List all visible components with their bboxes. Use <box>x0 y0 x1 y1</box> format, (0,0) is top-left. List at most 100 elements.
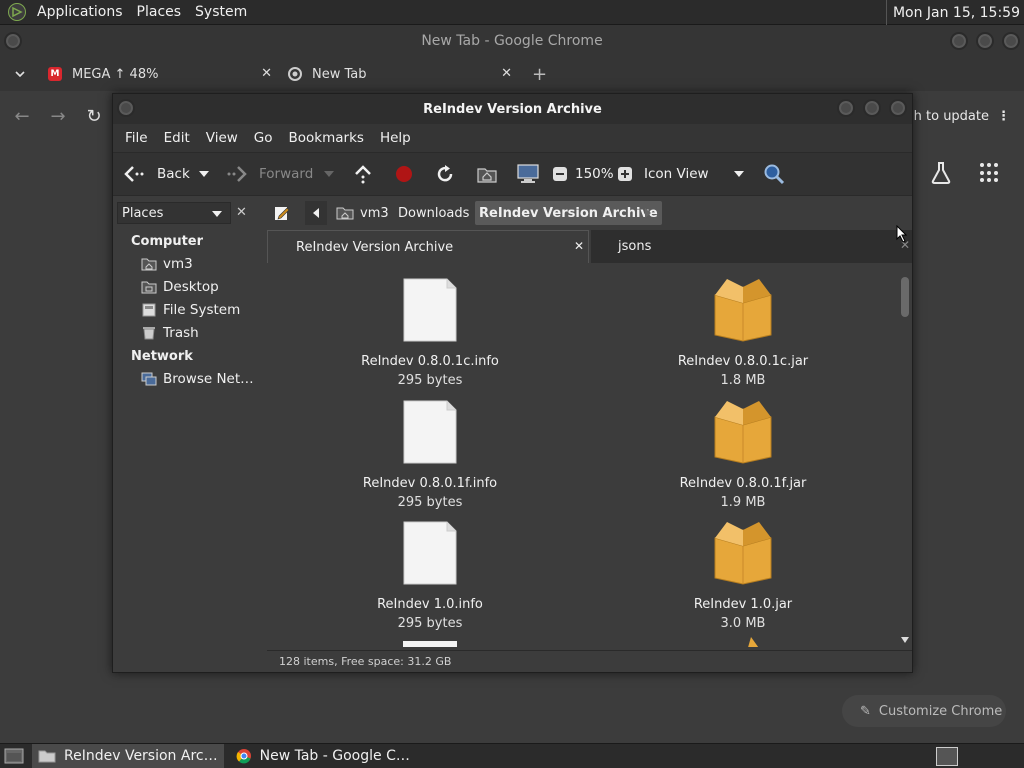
back-history-dropdown[interactable] <box>199 171 209 177</box>
tab-mega[interactable]: M MEGA ↑ 48% ✕ <box>40 57 280 91</box>
back-arrow-icon[interactable]: ← <box>4 106 40 127</box>
places-menu[interactable]: Places <box>130 4 189 20</box>
breadcrumb-downloads[interactable]: Downloads <box>394 201 473 225</box>
maximize-button[interactable] <box>976 32 994 50</box>
tab-search-button[interactable] <box>0 71 40 77</box>
status-bar: 128 items, Free space: 31.2 GB <box>267 650 912 672</box>
clock[interactable]: Mon Jan 15, 15:59 <box>885 0 1020 25</box>
search-icon[interactable] <box>763 163 785 185</box>
trash-icon <box>143 327 155 340</box>
menu-help[interactable]: Help <box>372 130 419 146</box>
minimize-button[interactable] <box>837 99 855 117</box>
zoom-out-icon[interactable] <box>552 166 568 182</box>
jar-package-icon <box>714 522 772 585</box>
sidebar-places-select[interactable]: Places <box>117 202 231 224</box>
close-icon[interactable]: ✕ <box>574 239 584 253</box>
workspace-switcher[interactable] <box>936 747 958 766</box>
reload-icon[interactable]: ↻ <box>76 106 112 127</box>
applications-menu[interactable]: Applications <box>30 4 130 20</box>
sidebar-item-trash[interactable]: Trash <box>141 325 199 341</box>
view-mode-select[interactable]: Icon View <box>644 166 709 182</box>
home-folder-icon <box>336 207 354 220</box>
zoom-level[interactable]: 150% <box>575 166 614 182</box>
system-menu[interactable]: System <box>188 4 254 20</box>
forward-arrow-icon[interactable]: → <box>40 106 76 127</box>
scrollbar-thumb[interactable] <box>901 277 909 317</box>
sidebar-item-vm3[interactable]: vm3 <box>141 256 193 272</box>
file-size: 295 bytes <box>397 616 463 631</box>
menu-file[interactable]: File <box>117 130 156 146</box>
menu-bookmarks[interactable]: Bookmarks <box>281 130 372 146</box>
jar-package-icon[interactable] <box>737 637 767 647</box>
menu-go[interactable]: Go <box>246 130 281 146</box>
close-icon[interactable]: ✕ <box>261 66 272 81</box>
close-icon[interactable]: ✕ <box>501 66 512 81</box>
mate-logo-icon[interactable] <box>8 3 26 21</box>
sidebar-item-label: vm3 <box>163 256 193 272</box>
file-name: ReIndev 1.0.jar <box>693 597 793 612</box>
breadcrumb-current[interactable]: ReIndev Version Archive <box>475 201 662 225</box>
edit-location-icon[interactable] <box>274 205 290 221</box>
network-icon <box>141 372 157 386</box>
scroll-down-arrow-icon[interactable] <box>901 637 909 643</box>
file-item[interactable]: ReIndev 0.8.0.1f.jar 1.9 MB <box>658 397 828 512</box>
google-apps-icon[interactable] <box>980 163 1000 183</box>
tab-new-tab[interactable]: New Tab ✕ <box>280 57 520 91</box>
close-button[interactable] <box>889 99 907 117</box>
view-mode-dropdown[interactable] <box>734 171 744 177</box>
file-item[interactable]: ReIndev 1.0.jar 3.0 MB <box>658 518 828 633</box>
chevron-right-icon[interactable] <box>645 208 651 218</box>
menu-edit[interactable]: Edit <box>156 130 198 146</box>
file-item[interactable]: ReIndev 0.8.0.1c.jar 1.8 MB <box>658 275 828 390</box>
file-size: 295 bytes <box>397 495 463 510</box>
breadcrumb-vm3[interactable]: vm3 <box>332 201 393 225</box>
back-arrow-icon <box>124 166 144 182</box>
new-tab-button[interactable]: + <box>532 64 547 85</box>
file-manager-title: ReIndev Version Archive <box>423 101 602 117</box>
sidebar-item-browse-network[interactable]: Browse Net… <box>141 371 254 387</box>
file-item[interactable]: ReIndev 0.8.0.1f.info 295 bytes <box>345 400 515 512</box>
sidebar-item-file-system[interactable]: File System <box>141 302 240 318</box>
maximize-button[interactable] <box>863 99 881 117</box>
tab-reindev-version-archive[interactable]: ReIndev Version Archive ✕ <box>267 230 589 263</box>
menu-view[interactable]: View <box>198 130 246 146</box>
window-menu-button[interactable] <box>117 99 135 117</box>
breadcrumb-scroll-left[interactable] <box>305 201 327 225</box>
home-folder-icon[interactable] <box>476 164 498 184</box>
labs-flask-icon[interactable] <box>930 161 952 189</box>
sidebar-heading-computer: Computer <box>131 234 204 249</box>
computer-icon[interactable] <box>516 163 540 185</box>
pencil-icon: ✎ <box>860 703 871 719</box>
customize-chrome-button[interactable]: ✎ Customize Chrome <box>842 695 1006 727</box>
home-folder-icon <box>141 258 157 271</box>
file-item[interactable]: ReIndev 1.0.info 295 bytes <box>345 521 515 633</box>
chrome-titlebar[interactable]: New Tab - Google Chrome <box>0 25 1024 57</box>
bottom-panel: ReIndev Version Arc… New Tab - Google C… <box>0 743 1024 768</box>
minimize-button[interactable] <box>950 32 968 50</box>
close-button[interactable] <box>1002 32 1020 50</box>
stop-icon[interactable] <box>394 164 414 184</box>
sidebar-item-label: Desktop <box>163 279 219 295</box>
forward-button[interactable]: Forward <box>226 164 313 184</box>
show-desktop-icon[interactable] <box>4 748 24 764</box>
file-manager-titlebar[interactable]: ReIndev Version Archive <box>113 94 912 124</box>
zoom-in-icon[interactable] <box>617 166 633 182</box>
tab-jsons[interactable]: jsons ✕ <box>591 230 912 263</box>
up-arrow-icon[interactable] <box>353 164 373 184</box>
text-file-icon[interactable] <box>403 641 457 647</box>
back-button[interactable]: Back <box>123 164 190 184</box>
location-bar: Places ✕ vm3 Downloads ReIndev Version A… <box>113 196 912 230</box>
file-size: 3.0 MB <box>720 616 766 631</box>
window-menu-button[interactable] <box>4 32 22 50</box>
file-size: 1.8 MB <box>720 373 766 388</box>
reload-icon[interactable] <box>435 164 455 184</box>
close-sidebar-icon[interactable]: ✕ <box>236 205 247 220</box>
vertical-scrollbar[interactable] <box>900 263 910 647</box>
forward-history-dropdown[interactable] <box>324 171 334 177</box>
chevron-down-icon <box>212 211 222 217</box>
more-vertical-icon: ⋮ <box>997 108 1010 124</box>
task-chrome[interactable]: New Tab - Google C… <box>230 744 416 768</box>
file-item[interactable]: ReIndev 0.8.0.1c.info 295 bytes <box>345 278 515 390</box>
sidebar-item-desktop[interactable]: Desktop <box>141 279 219 295</box>
task-file-manager[interactable]: ReIndev Version Arc… <box>32 743 224 768</box>
